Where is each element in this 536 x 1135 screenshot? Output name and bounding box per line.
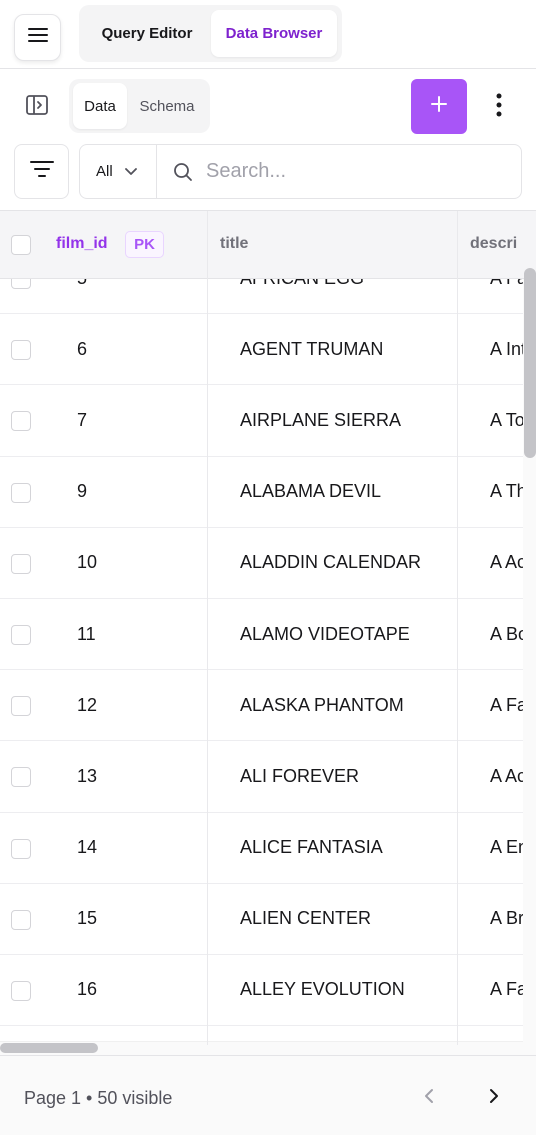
row-checkbox[interactable] [11, 838, 31, 859]
search-bar: All [79, 144, 522, 199]
column-divider [457, 279, 458, 1045]
cell-film-id: 7 [77, 409, 88, 430]
primary-key-badge: PK [125, 231, 164, 258]
cell-film-id: 6 [77, 338, 88, 359]
row-checkbox[interactable] [11, 696, 31, 717]
cell-description: A Int [490, 338, 524, 359]
scope-value: All [96, 163, 113, 180]
cell-title: AGENT TRUMAN [240, 338, 384, 359]
more-options-button[interactable] [486, 90, 512, 124]
row-checkbox[interactable] [11, 279, 31, 289]
plus-icon [430, 95, 448, 118]
row-checkbox[interactable] [11, 624, 31, 645]
table-header: film_id PK title descri [0, 211, 536, 279]
column-divider [207, 211, 208, 279]
horizontal-scrollbar-thumb[interactable] [0, 1043, 98, 1053]
chevron-right-icon [489, 1088, 499, 1109]
row-checkbox[interactable] [11, 340, 31, 361]
table-row[interactable]: 14 ALICE FANTASIA A En [0, 813, 536, 884]
cell-film-id: 12 [77, 694, 98, 715]
column-header-film-id[interactable]: film_id [56, 235, 108, 253]
table-rows: 5 AFRICAN EGG A Fa 6 AGENT TRUMAN A Int … [0, 279, 536, 1045]
table-row[interactable]: 13 ALI FOREVER A Ac [0, 741, 536, 813]
cell-title: ALADDIN CALENDAR [240, 552, 422, 573]
tab-data[interactable]: Data [73, 83, 127, 129]
cell-description: A Fa [490, 979, 524, 1000]
column-header-title[interactable]: title [220, 235, 248, 253]
tab-data-browser[interactable]: Data Browser [211, 10, 337, 57]
cell-film-id: 5 [77, 279, 197, 313]
table-row[interactable]: 7 AIRPLANE SIERRA A To [0, 385, 536, 457]
menu-button[interactable] [14, 14, 61, 61]
filter-lines-icon [29, 160, 54, 183]
cell-title: ALICE FANTASIA [240, 837, 383, 858]
sidebar-panel-icon [26, 94, 48, 120]
table-row[interactable]: 12 ALASKA PHANTOM A Fa [0, 670, 536, 742]
sidebar-toggle-button[interactable] [20, 90, 54, 124]
table-row[interactable]: 9 ALABAMA DEVIL A Th [0, 457, 536, 528]
main-tabs: Query Editor Data Browser [79, 5, 342, 62]
table-row[interactable]: 10 ALADDIN CALENDAR A Ac [0, 528, 536, 599]
cell-description: A En [490, 837, 524, 858]
view-tabs: Data Schema [69, 79, 210, 133]
cell-description: A To [490, 409, 524, 430]
top-bar: Query Editor Data Browser [0, 0, 536, 69]
filter-button[interactable] [14, 144, 69, 199]
cell-description: A Fa [490, 279, 524, 313]
tab-query-editor[interactable]: Query Editor [84, 10, 210, 57]
pagination-footer: Page 1 • 50 visible [0, 1055, 536, 1135]
cell-title: ALAMO VIDEOTAPE [240, 623, 410, 644]
select-all-checkbox[interactable] [11, 235, 31, 255]
cell-title: ALASKA PHANTOM [240, 694, 404, 715]
cell-title: ALLEY EVOLUTION [240, 979, 405, 1000]
previous-page-button[interactable] [413, 1084, 445, 1112]
table-body: 5 AFRICAN EGG A Fa 6 AGENT TRUMAN A Int … [0, 279, 536, 1045]
row-checkbox[interactable] [11, 909, 31, 930]
table-row[interactable]: 16 ALLEY EVOLUTION A Fa [0, 955, 536, 1027]
row-checkbox[interactable] [11, 767, 31, 788]
cell-description: A Fa [490, 694, 524, 715]
cell-description: A Ac [490, 552, 524, 573]
search-input[interactable] [206, 153, 506, 190]
cell-description: A Ac [490, 765, 524, 786]
table-row[interactable]: 5 AFRICAN EGG A Fa [0, 279, 536, 315]
cell-title: AIRPLANE SIERRA [240, 409, 402, 430]
add-row-button[interactable] [411, 79, 467, 134]
chevron-left-icon [424, 1088, 434, 1109]
kebab-menu-icon [496, 93, 502, 122]
page-info: Page 1 • 50 visible [24, 1088, 173, 1108]
cell-title: ALI FOREVER [240, 765, 360, 786]
cell-film-id: 9 [77, 481, 88, 502]
cell-film-id: 15 [77, 908, 98, 929]
table-row[interactable]: 15 ALIEN CENTER A Br [0, 884, 536, 955]
cell-description: A Th [490, 481, 524, 502]
row-checkbox[interactable] [11, 411, 31, 432]
cell-title: ALABAMA DEVIL [240, 481, 382, 502]
search-icon [173, 162, 193, 187]
data-table: film_id PK title descri 5 AFRICAN EGG A … [0, 210, 536, 1045]
chevron-down-icon [124, 164, 138, 182]
cell-description: A Bo [490, 623, 524, 644]
next-page-button[interactable] [478, 1084, 510, 1112]
row-checkbox[interactable] [11, 980, 31, 1001]
cell-film-id: 14 [77, 837, 98, 858]
cell-description: A Br [490, 908, 524, 929]
row-checkbox[interactable] [11, 553, 31, 574]
cell-title: AFRICAN EGG [240, 279, 450, 313]
cell-film-id: 10 [77, 552, 98, 573]
hamburger-icon [27, 27, 48, 48]
cell-title: ALIEN CENTER [240, 908, 372, 929]
vertical-scrollbar-thumb[interactable] [524, 268, 536, 458]
column-divider [207, 279, 208, 1045]
cell-film-id: 16 [77, 979, 98, 1000]
row-checkbox[interactable] [11, 482, 31, 503]
cell-film-id: 13 [77, 765, 98, 786]
table-row[interactable]: 6 AGENT TRUMAN A Int [0, 314, 536, 386]
column-divider [457, 211, 458, 279]
table-row[interactable]: 11 ALAMO VIDEOTAPE A Bo [0, 599, 536, 671]
tab-schema[interactable]: Schema [131, 83, 203, 129]
scope-select[interactable]: All [80, 145, 157, 198]
cell-film-id: 11 [77, 623, 96, 644]
column-header-description[interactable]: descri [470, 235, 523, 253]
